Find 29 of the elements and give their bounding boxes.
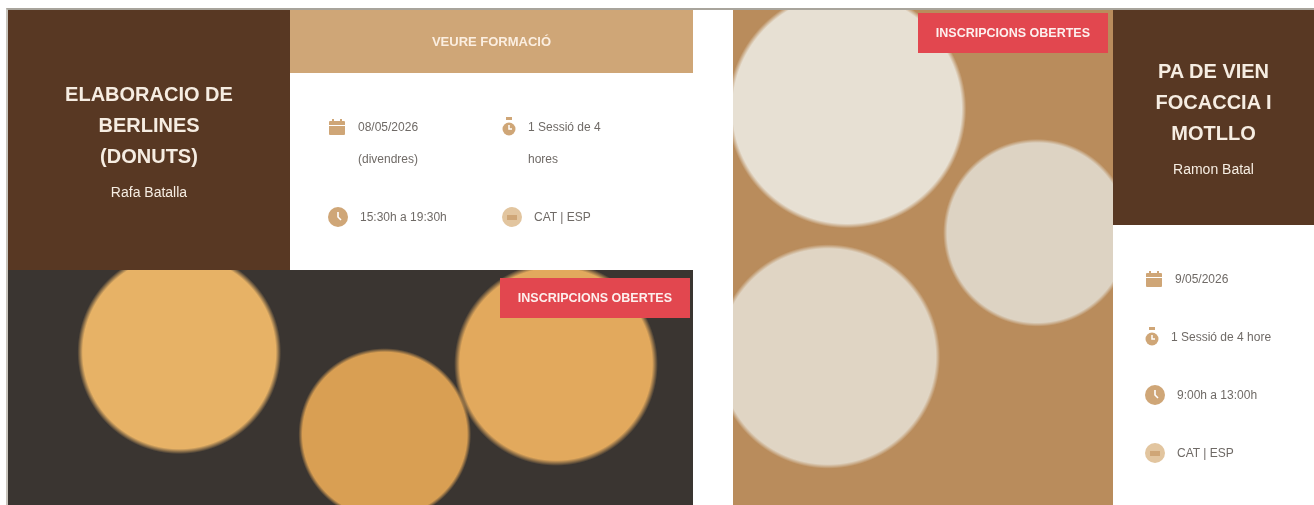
view-course-button[interactable]: VEURE FORMACIÓ: [290, 10, 693, 73]
course-title: ELABORACIO DE: [65, 81, 233, 107]
stopwatch-icon: [502, 116, 516, 137]
course-title: (DONUTS): [100, 143, 198, 169]
status-badge: INSCRIPCIONS OBERTES: [917, 13, 1108, 53]
detail-text: 9/05/2026: [1175, 271, 1229, 288]
course-title: MOTLLO: [1171, 121, 1256, 146]
course-title: PA DE VIEN: [1157, 59, 1270, 84]
teacher-name: Rafa Batalla: [110, 183, 188, 200]
detail-text: CAT | ESP: [534, 208, 591, 226]
calendar-icon: [1145, 270, 1163, 288]
course-title: BERLINES: [98, 112, 200, 138]
detail-text: 1 Sessió de 4 hore: [1171, 329, 1272, 346]
detail-text: hores: [528, 150, 560, 168]
keyboard-icon: [1145, 443, 1165, 463]
stopwatch-icon: [1145, 327, 1159, 347]
detail-text: 08/05/2026: [358, 118, 419, 136]
detail-text: 1 Sessió de 4: [528, 118, 601, 136]
detail-text: 9:00h a 13:00h: [1177, 387, 1258, 404]
course-title: FOCACCIA I: [1155, 90, 1272, 115]
calendar-icon: [328, 117, 346, 136]
keyboard-icon: [502, 206, 522, 227]
detail-text: (divendres): [358, 150, 419, 168]
teacher-name: Ramon Batal: [1173, 161, 1254, 177]
clock-icon: [328, 206, 348, 227]
detail-text: 15:30h a 19:30h: [360, 208, 447, 226]
clock-icon: [1145, 385, 1165, 405]
status-badge: INSCRIPCIONS OBERTES: [499, 278, 690, 318]
detail-text: CAT | ESP: [1177, 445, 1234, 462]
